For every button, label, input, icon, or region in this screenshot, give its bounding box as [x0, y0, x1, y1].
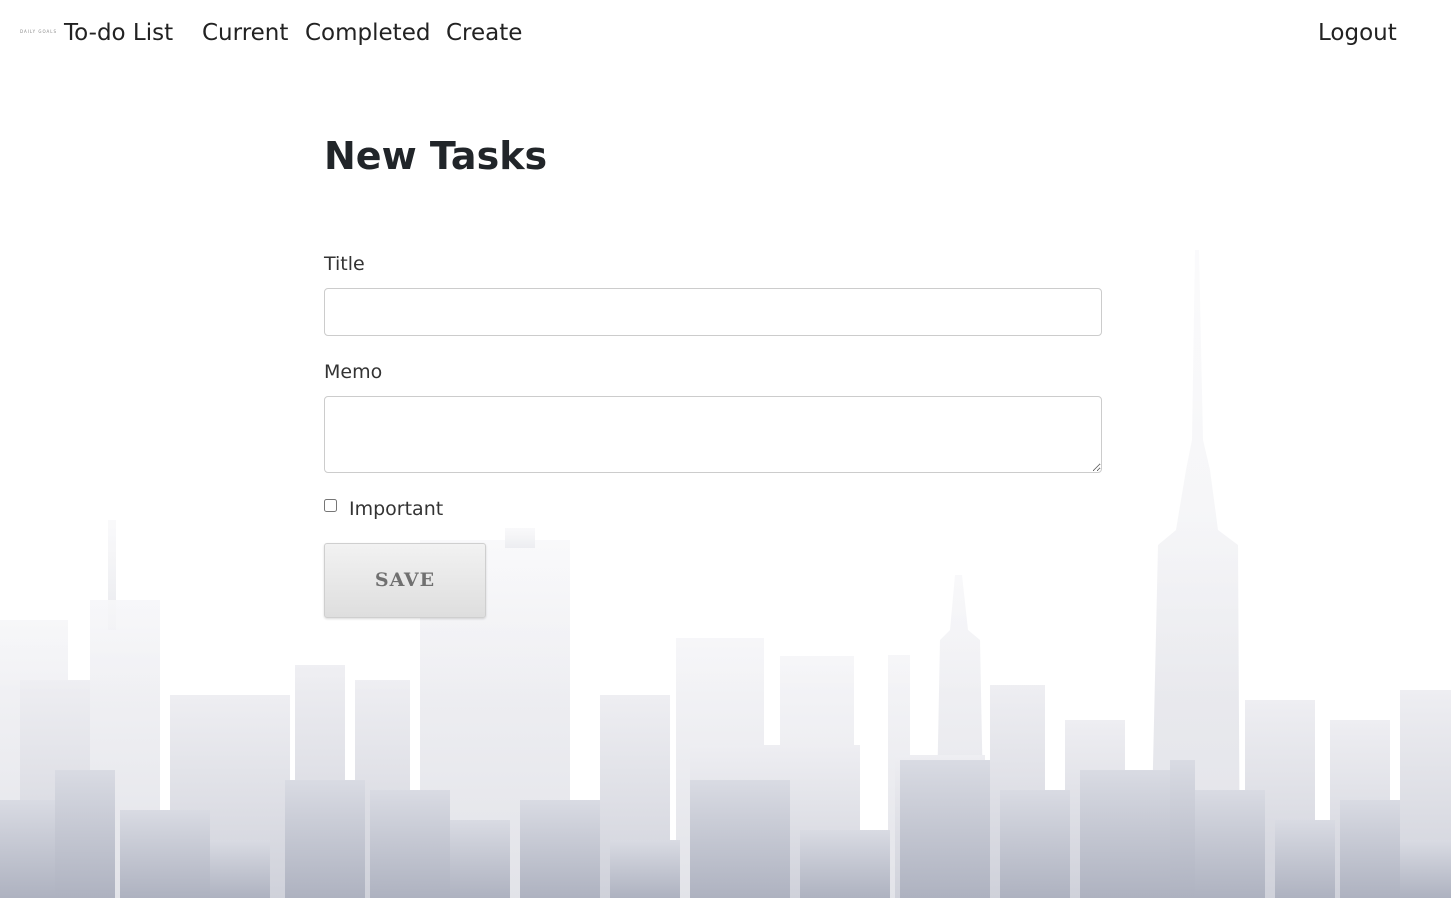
- memo-label: Memo: [324, 361, 383, 383]
- navbar: DAILY GOALS To-do List Current Completed…: [0, 0, 1451, 68]
- nav-completed-link[interactable]: Completed: [305, 14, 430, 52]
- page: DAILY GOALS To-do List Current Completed…: [0, 0, 1451, 898]
- nav-create-link[interactable]: Create: [446, 14, 522, 52]
- brand-logo[interactable]: DAILY GOALS: [20, 27, 56, 37]
- nav-current-link[interactable]: Current: [202, 14, 288, 52]
- important-checkbox[interactable]: [324, 499, 337, 512]
- memo-textarea[interactable]: [324, 396, 1102, 473]
- important-label[interactable]: Important: [349, 496, 443, 522]
- title-label: Title: [324, 253, 365, 275]
- title-input[interactable]: [324, 288, 1102, 336]
- brand-link[interactable]: To-do List: [64, 14, 173, 52]
- logout-link[interactable]: Logout: [1318, 14, 1397, 52]
- page-title: New Tasks: [324, 134, 548, 178]
- save-button[interactable]: SAVE: [324, 543, 486, 618]
- important-row: Important: [324, 496, 524, 522]
